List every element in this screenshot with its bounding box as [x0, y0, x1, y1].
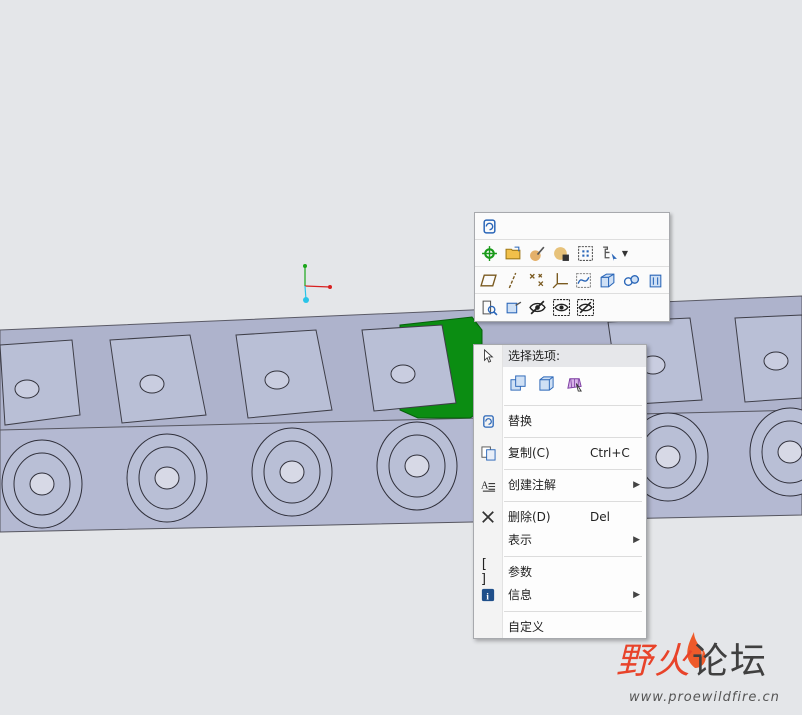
- svg-text:i: i: [486, 591, 489, 602]
- menu-shortcut-delete: Del: [590, 510, 610, 524]
- mini-toolbar-row-2: ▼: [475, 240, 669, 267]
- cursor-icon: [480, 348, 496, 364]
- menu-item-create-annotation[interactable]: A 创建注解 ▶: [474, 474, 646, 496]
- view-filter-icon[interactable]: [479, 298, 499, 318]
- axis-icon[interactable]: [503, 270, 523, 290]
- menu-shortcut-copy: Ctrl+C: [590, 446, 630, 460]
- select-part-icon[interactable]: [508, 373, 528, 393]
- solid-box-icon[interactable]: [598, 270, 618, 290]
- model-viewport[interactable]: [0, 0, 802, 715]
- menu-item-select-options: 选择选项:: [474, 345, 646, 367]
- select-body-icon[interactable]: [536, 373, 556, 393]
- menu-item-represent[interactable]: 表示 ▶: [474, 529, 646, 551]
- replace-icon: [480, 413, 496, 429]
- menu-separator: [504, 437, 642, 438]
- mini-toolbar: ▼: [474, 212, 670, 322]
- submenu-arrow-icon: ▶: [633, 535, 640, 545]
- menu-item-parameters[interactable]: [ ] 参数: [474, 557, 646, 587]
- menu-separator: [504, 405, 642, 406]
- submenu-arrow-icon: ▶: [633, 480, 640, 490]
- watermark-url: www.proewildfire.cn: [629, 690, 780, 705]
- menu-label-replace: 替换: [508, 414, 533, 428]
- show-icon[interactable]: [551, 298, 571, 318]
- csys-triad: [303, 264, 332, 303]
- selection-filter-icons: [508, 373, 592, 393]
- menu-label-create-annotation: 创建注解: [508, 478, 557, 492]
- tree-filter-dropdown-icon[interactable]: ▼: [621, 243, 629, 263]
- select-options-label: 选择选项:: [508, 349, 561, 363]
- menu-separator: [504, 469, 642, 470]
- svg-text:A: A: [481, 480, 489, 491]
- sphere-material-icon[interactable]: [551, 243, 571, 263]
- tree-filter-icon[interactable]: [599, 243, 619, 263]
- replace-icon[interactable]: [479, 216, 499, 236]
- csys-icon[interactable]: [550, 270, 570, 290]
- menu-item-delete[interactable]: 删除(D) Del: [474, 506, 646, 528]
- submenu-arrow-icon: ▶: [633, 590, 640, 600]
- menu-item-info[interactable]: i 信息 ▶: [474, 584, 646, 606]
- delete-icon: [480, 509, 496, 525]
- menu-separator: [504, 556, 642, 557]
- point-icon[interactable]: [527, 270, 547, 290]
- watermark-title-b: 论坛: [692, 641, 769, 682]
- hide-icon[interactable]: [527, 298, 547, 318]
- info-icon: i: [480, 587, 496, 603]
- assembly-icon[interactable]: [622, 270, 642, 290]
- hide-others-icon[interactable]: [575, 298, 595, 318]
- box-arrow-icon[interactable]: [503, 298, 523, 318]
- appearance-brush-icon[interactable]: [527, 243, 547, 263]
- select-surface-icon[interactable]: [564, 373, 584, 393]
- menu-item-copy[interactable]: 复制(C) Ctrl+C: [474, 442, 646, 464]
- menu-label-parameters: 参数: [508, 565, 533, 579]
- forum-watermark: 野火论坛 www.proewildfire.cn: [616, 630, 796, 710]
- copy-icon: [480, 445, 496, 461]
- open-folder-icon[interactable]: [503, 243, 523, 263]
- parameters-icon: [ ]: [480, 557, 488, 587]
- context-menu: 选择选项: 替换 复制(C) Ctrl+C A 创建注解 ▶ 删除(D) Del…: [473, 344, 647, 639]
- grid-select-icon[interactable]: [575, 243, 595, 263]
- datum-point-icon[interactable]: [479, 243, 499, 263]
- mini-toolbar-row-4: [475, 294, 669, 321]
- menu-label-delete: 删除(D): [508, 510, 551, 524]
- datum-display-icon[interactable]: [645, 270, 665, 290]
- mini-toolbar-row-1: [475, 213, 669, 240]
- curve-icon[interactable]: [574, 270, 594, 290]
- menu-separator: [504, 611, 642, 612]
- menu-label-represent: 表示: [508, 533, 533, 547]
- menu-label-info: 信息: [508, 588, 533, 602]
- annotation-icon: A: [480, 477, 496, 493]
- watermark-title: 野火论坛: [616, 642, 768, 682]
- menu-separator: [504, 501, 642, 502]
- plane-icon[interactable]: [479, 270, 499, 290]
- watermark-title-a: 野火: [616, 641, 693, 682]
- menu-label-customize: 自定义: [508, 620, 545, 634]
- menu-item-replace[interactable]: 替换: [474, 410, 646, 432]
- mini-toolbar-row-3: [475, 267, 669, 294]
- chain-model-graphic[interactable]: [0, 0, 802, 715]
- menu-label-copy: 复制(C): [508, 446, 550, 460]
